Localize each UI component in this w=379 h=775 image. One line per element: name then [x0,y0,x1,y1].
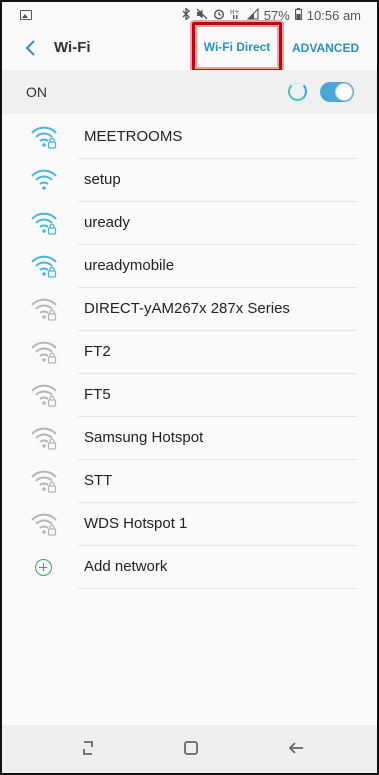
recent-apps-icon[interactable] [78,739,100,759]
wifi-icon [30,167,58,193]
network-name: DIRECT-yAM267x 287x Series [84,300,290,317]
signal-icon [246,7,259,22]
wifi-toggle-row[interactable]: ON [2,70,377,114]
wifi-secured-icon [30,124,58,150]
screen-frame: H+ 57% 10:56 am Wi-Fi Wi-Fi Direct ADVAN… [0,0,379,775]
network-name: FT2 [84,343,111,360]
svg-text:H+: H+ [230,9,240,16]
wifi-direct-button[interactable]: Wi-Fi Direct [204,40,271,54]
divider [78,588,357,589]
network-name: setup [84,171,121,188]
clock: 10:56 am [306,7,361,23]
network-name: uready [84,214,130,231]
wifi-secured-icon [30,339,58,365]
scanning-spinner-icon [288,82,307,101]
alarm-icon [213,8,225,22]
network-row[interactable]: FT2 [2,331,377,374]
network-row[interactable]: MEETROOMS [2,116,377,159]
toggle-knob [335,83,353,101]
navigation-bar [2,725,377,773]
wifi-secured-icon [30,468,58,494]
network-list: MEETROOMS setup uready ureadymobile DIRECT-y… [2,116,377,589]
network-row[interactable]: FT5 [2,374,377,417]
plus-icon [35,559,52,576]
mute-icon [196,8,208,22]
home-icon[interactable] [182,739,204,759]
image-icon [20,10,32,20]
network-row[interactable]: DIRECT-yAM267x 287x Series [2,288,377,331]
wifi-toggle-switch[interactable] [320,82,354,102]
wifi-secured-icon [30,382,58,408]
network-row[interactable]: ureadymobile [2,245,377,288]
back-nav-icon[interactable] [286,739,308,759]
battery-percent: 57% [263,7,290,23]
wifi-secured-icon [30,511,58,537]
wifi-secured-icon [30,253,58,279]
battery-icon [294,8,302,22]
network-row[interactable]: Samsung Hotspot [2,417,377,460]
network-name: Samsung Hotspot [84,429,204,446]
network-name: FT5 [84,386,111,403]
network-name: ureadymobile [84,257,175,274]
back-arrow-icon[interactable] [20,38,40,58]
wifi-direct-highlight: Wi-Fi Direct [192,22,282,72]
add-network-label: Add network [84,558,168,575]
network-row[interactable]: setup [2,159,377,202]
hd-signal-icon: H+ [230,8,242,22]
action-bar: Wi-Fi Wi-Fi Direct ADVANCED [2,22,377,72]
page-title: Wi-Fi [54,39,91,56]
network-row[interactable]: WDS Hotspot 1 [2,503,377,546]
wifi-status-label: ON [26,84,47,100]
network-row[interactable]: uready [2,202,377,245]
network-name: MEETROOMS [84,128,183,145]
wifi-secured-icon [30,425,58,451]
network-name: WDS Hotspot 1 [84,515,188,532]
wifi-secured-icon [30,210,58,236]
bluetooth-icon [182,7,191,22]
advanced-button[interactable]: ADVANCED [292,41,359,55]
status-bar: H+ 57% 10:56 am [2,2,377,28]
network-name: STT [84,472,113,489]
network-row[interactable]: STT [2,460,377,503]
wifi-secured-icon [30,296,58,322]
add-network-row[interactable]: Add network [2,546,377,589]
